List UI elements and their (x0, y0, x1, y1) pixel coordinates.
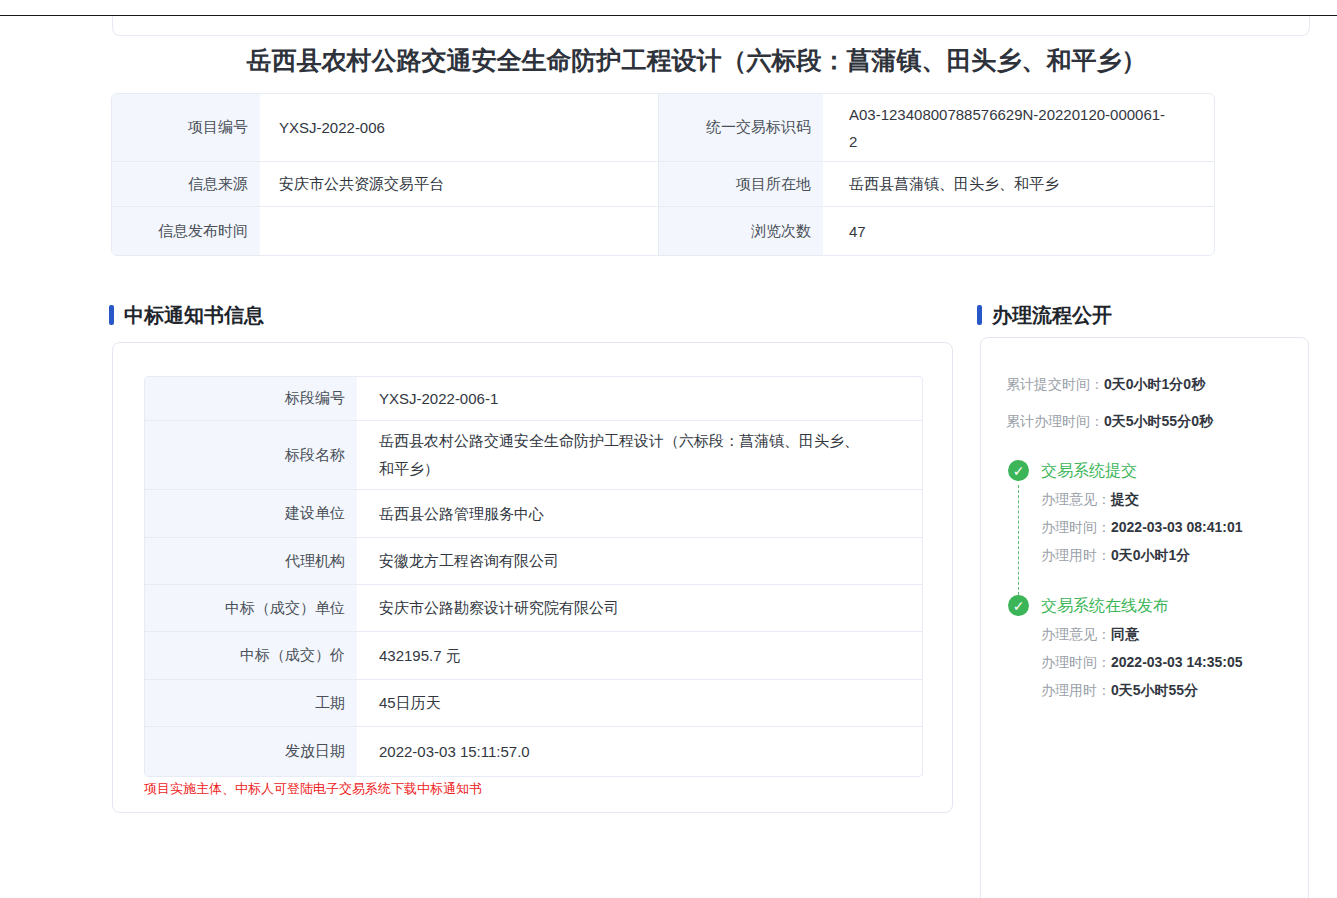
section-accent-bar (977, 305, 982, 325)
info-value: 47 (823, 207, 1214, 255)
notice-value: 岳西县公路管理服务中心 (357, 490, 922, 538)
info-label: 信息发布时间 (112, 207, 260, 255)
notice-panel: 标段编号 YXSJ-2022-006-1 标段名称 岳西县农村公路交通安全生命防… (112, 342, 953, 813)
step-detail: 办理意见：提交 (1041, 489, 1298, 509)
info-label: 统一交易标识码 (659, 94, 823, 162)
page: 岳西县农村公路交通安全生命防护工程设计（六标段：菖蒲镇、田头乡、和平乡） 项目编… (0, 0, 1337, 898)
info-label: 项目编号 (112, 94, 260, 162)
summary-row: 累计办理时间：0天5小时55分0秒 (1006, 411, 1213, 431)
info-label: 信息来源 (112, 162, 260, 207)
process-timeline: ✓ 交易系统提交 办理意见：提交 办理时间：2022-03-03 08:41:0… (1008, 460, 1298, 700)
notice-label: 标段名称 (145, 421, 357, 490)
info-value (260, 207, 659, 255)
section-header-notice: 中标通知书信息 (109, 304, 264, 326)
timeline-step: ✓ 交易系统在线发布 办理意见：同意 办理时间：2022-03-03 14:35… (1008, 595, 1298, 700)
timeline-connector (1018, 485, 1019, 595)
download-note: 项目实施主体、中标人可登陆电子交易系统下载中标通知书 (144, 780, 482, 798)
step-detail: 办理时间：2022-03-03 14:35:05 (1041, 652, 1298, 672)
timeline-step: ✓ 交易系统提交 办理意见：提交 办理时间：2022-03-03 08:41:0… (1008, 460, 1298, 565)
section-title: 办理流程公开 (992, 302, 1112, 329)
step-detail: 办理用时：0天5小时55分 (1041, 680, 1298, 700)
section-title: 中标通知书信息 (124, 302, 264, 329)
notice-value: 45日历天 (357, 680, 922, 727)
notice-table: 标段编号 YXSJ-2022-006-1 标段名称 岳西县农村公路交通安全生命防… (144, 376, 923, 777)
info-value: 岳西县菖蒲镇、田头乡、和平乡 (823, 162, 1214, 207)
notice-label: 标段编号 (145, 377, 357, 421)
notice-value: 432195.7 元 (357, 632, 922, 680)
notice-label: 代理机构 (145, 538, 357, 585)
step-detail: 办理用时：0天0小时1分 (1041, 545, 1298, 565)
notice-label: 发放日期 (145, 727, 357, 776)
check-circle-icon: ✓ (1008, 595, 1029, 616)
section-accent-bar (109, 305, 114, 325)
info-value: A03-12340800788576629N-20220120-000061-2 (823, 94, 1214, 162)
step-detail: 办理时间：2022-03-03 08:41:01 (1041, 517, 1298, 537)
info-value: YXSJ-2022-006 (260, 94, 659, 162)
notice-value: YXSJ-2022-006-1 (357, 377, 922, 421)
notice-label: 中标（成交）价 (145, 632, 357, 680)
notice-value: 2022-03-03 15:11:57.0 (357, 727, 922, 776)
notice-value: 岳西县农村公路交通安全生命防护工程设计（六标段：菖蒲镇、田头乡、和平乡） (357, 421, 922, 490)
notice-value: 安徽龙方工程咨询有限公司 (357, 538, 922, 585)
notice-label: 工期 (145, 680, 357, 727)
notice-label: 中标（成交）单位 (145, 585, 357, 632)
project-info-table: 项目编号 YXSJ-2022-006 统一交易标识码 A03-123408007… (111, 93, 1215, 256)
page-title: 岳西县农村公路交通安全生命防护工程设计（六标段：菖蒲镇、田头乡、和平乡） (112, 45, 1281, 76)
notice-value: 安庆市公路勘察设计研究院有限公司 (357, 585, 922, 632)
check-circle-icon: ✓ (1008, 460, 1029, 481)
process-summary: 累计提交时间：0天0小时1分0秒 累计办理时间：0天5小时55分0秒 (1006, 374, 1213, 448)
step-detail: 办理意见：同意 (1041, 624, 1298, 644)
info-label: 项目所在地 (659, 162, 823, 207)
info-value: 安庆市公共资源交易平台 (260, 162, 659, 207)
notice-label: 建设单位 (145, 490, 357, 538)
summary-row: 累计提交时间：0天0小时1分0秒 (1006, 374, 1213, 394)
info-label: 浏览次数 (659, 207, 823, 255)
section-header-process: 办理流程公开 (977, 304, 1112, 326)
process-panel: 累计提交时间：0天0小时1分0秒 累计办理时间：0天5小时55分0秒 ✓ 交易系… (980, 337, 1309, 898)
top-strip (112, 16, 1310, 36)
